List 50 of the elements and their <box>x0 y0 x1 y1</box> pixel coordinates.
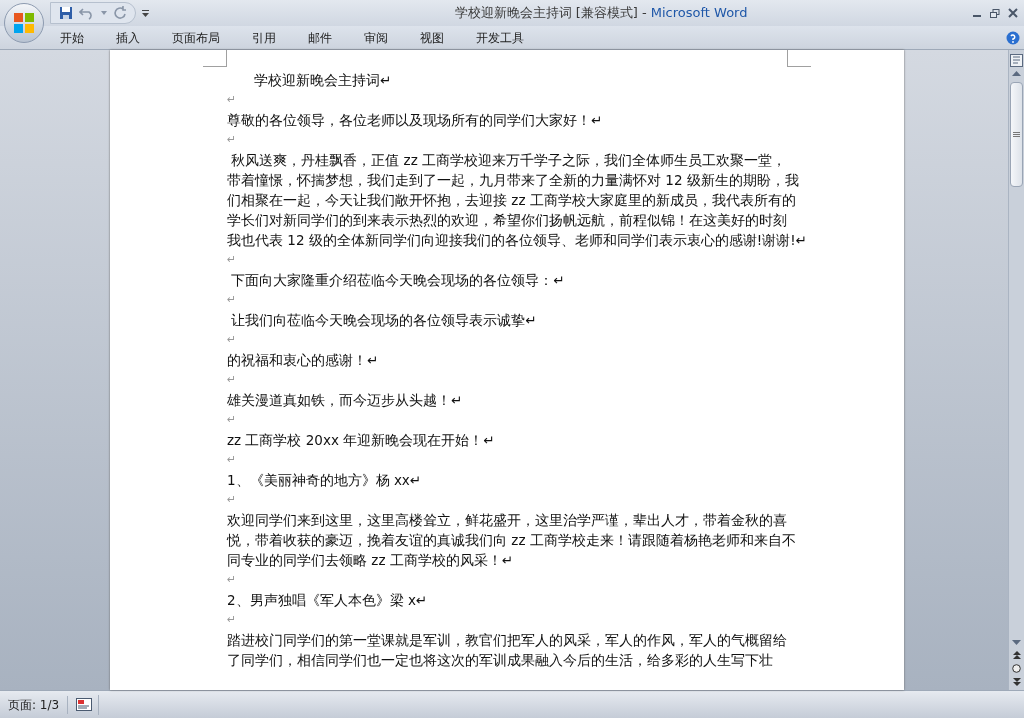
paragraph-mark: ↵ <box>227 132 238 148</box>
paragraph: 欢迎同学们来到这里，这里高楼耸立，鲜花盛开，这里治学严谨，辈出人才，带着金秋的喜 悦，带着收获的豪迈，挽着友谊的真诚我们向 zz 工商学校走来！请跟随着杨艳老师和来自不 同专业的同学们去领略 zz 工商学校的风采！↵ <box>227 511 797 570</box>
paragraph: 秋风送爽，丹桂飘香，正值 zz 工商学校迎来万千学子之际，我们全体师生员工欢聚一堂， 带着憧憬，怀揣梦想，我们走到了一起，九月带来了全新的力量满怀对 12 级新生的期盼，我 们相聚在一起，今天让我们敞开怀抱，去迎接 zz 工商学校大家庭里的新成员，我代表所有的 学长们对新同学们的到来表示热烈的欢迎，希望你们扬帆远航，前程似锦！在这美好的时刻 我也代表 12 级的全体新同学们向迎接我们的各位领导、老师和同学们表示衷心的感谢!谢谢!↵ <box>227 151 808 250</box>
paragraph-mark: ↵ <box>227 572 238 588</box>
proofing-icon[interactable] <box>76 698 93 711</box>
paragraph: 2、男声独唱《军人本色》梁 x↵ <box>227 591 429 610</box>
ribbon-tab[interactable]: 引用 <box>236 26 292 49</box>
restore-icon[interactable] <box>990 8 1000 18</box>
paragraph-mark: ↵ <box>227 252 238 268</box>
paragraph-mark: ↵ <box>227 332 238 348</box>
crop-mark <box>787 50 811 67</box>
ribbon-tab[interactable]: 页面布局 <box>156 26 236 49</box>
paragraph: 雄关漫道真如铁，而今迈步从头越！↵ <box>227 391 464 410</box>
paragraph: 让我们向莅临今天晚会现场的各位领导表示诚挚↵ <box>230 311 538 330</box>
crop-mark <box>203 50 227 67</box>
scroll-down-icon[interactable] <box>1012 640 1021 645</box>
ribbon-tab[interactable]: 插入 <box>100 26 156 49</box>
paragraph: 踏进校门同学们的第一堂课就是军训，教官们把军人的风采，军人的作风，军人的气概留给 了同学们，相信同学们也一定也将这次的军训成果融入今后的生活，给多彩的人生写下壮 <box>227 631 788 670</box>
scrollbar-thumb[interactable] <box>1010 82 1023 187</box>
paragraph: 的祝福和衷心的感谢！↵ <box>227 351 380 370</box>
previous-page-icon[interactable] <box>1012 651 1021 659</box>
paragraph: 1、《美丽神奇的地方》杨 xx↵ <box>227 471 423 490</box>
next-page-icon[interactable] <box>1012 678 1021 686</box>
paragraph-mark: ↵ <box>227 92 238 108</box>
paragraph-mark: ↵ <box>227 292 238 308</box>
page-indicator[interactable]: 页面: 1/3 <box>0 695 69 714</box>
paragraph-mark: ↵ <box>227 492 238 508</box>
close-icon[interactable] <box>1008 8 1018 18</box>
browse-object-icon[interactable] <box>1012 664 1021 673</box>
paragraph-mark: ↵ <box>227 452 238 468</box>
paragraph-mark: ↵ <box>227 372 238 388</box>
help-icon[interactable] <box>1006 30 1020 45</box>
ribbon-tab[interactable]: 开发工具 <box>460 26 540 49</box>
scroll-up-icon[interactable] <box>1012 71 1021 76</box>
paragraph: 尊敬的各位领导，各位老师以及现场所有的同学们大家好！↵ <box>227 111 604 130</box>
paragraph-mark: ↵ <box>227 612 238 628</box>
ribbon-tab[interactable]: 视图 <box>404 26 460 49</box>
office-logo-icon <box>12 11 36 35</box>
document-title: 学校迎新晚会主持词↵ <box>253 71 393 90</box>
save-icon[interactable] <box>59 6 73 20</box>
office-button[interactable] <box>4 3 44 43</box>
paragraph: zz 工商学校 20xx 年迎新晚会现在开始！↵ <box>227 431 496 450</box>
ribbon-tab[interactable]: 开始 <box>44 26 100 49</box>
ribbon-tab[interactable]: 邮件 <box>292 26 348 49</box>
window-title: 学校迎新晚会主持词 [兼容模式] - Microsoft Word <box>453 4 749 23</box>
ruler-toggle-icon[interactable] <box>1010 54 1023 67</box>
paragraph-mark: ↵ <box>227 412 238 428</box>
ribbon-tab[interactable]: 审阅 <box>348 26 404 49</box>
paragraph: 下面向大家隆重介绍莅临今天晚会现场的各位领导：↵ <box>230 271 566 290</box>
customize-toolbar-icon[interactable] <box>142 9 149 17</box>
